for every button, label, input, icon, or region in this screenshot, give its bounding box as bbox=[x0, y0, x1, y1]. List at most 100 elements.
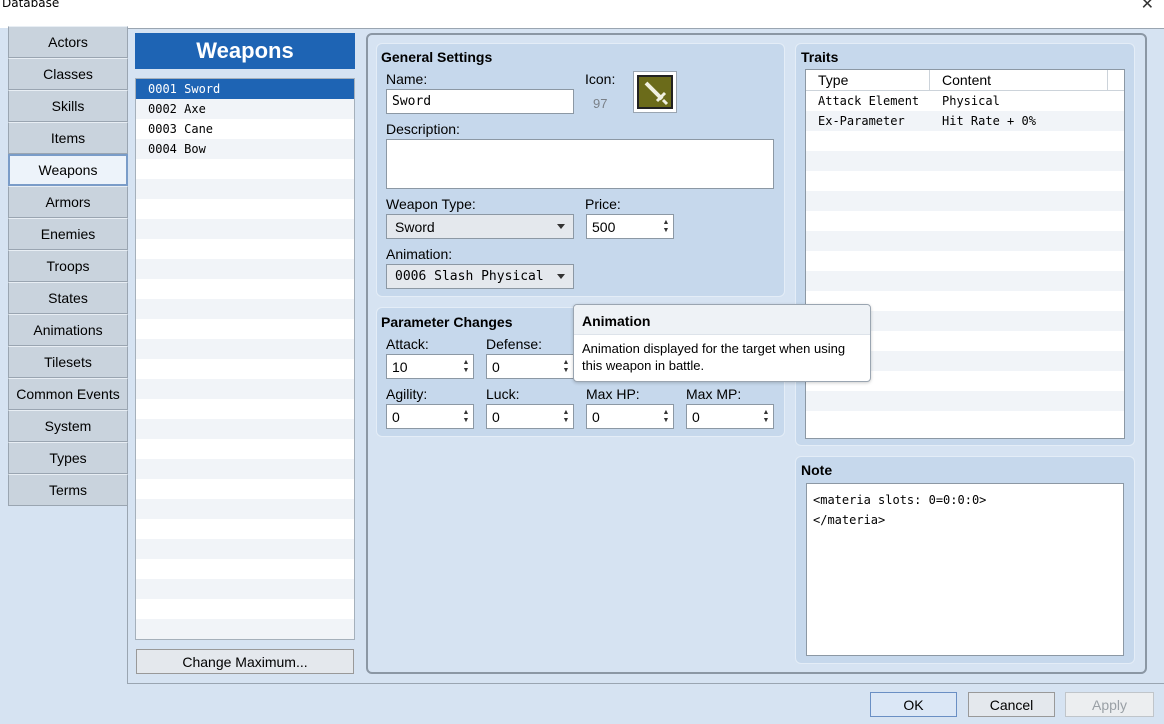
animation-tooltip: Animation Animation displayed for the ta… bbox=[573, 304, 871, 382]
tab-common-events[interactable]: Common Events bbox=[8, 378, 128, 410]
list-item-empty[interactable] bbox=[136, 239, 354, 259]
spinner-arrows-icon[interactable]: ▲ ▼ bbox=[461, 355, 471, 378]
tab-types[interactable]: Types bbox=[8, 442, 128, 474]
icon-picker[interactable] bbox=[633, 71, 677, 113]
spinner-arrows-icon[interactable]: ▲ ▼ bbox=[561, 355, 571, 378]
list-item-empty[interactable] bbox=[136, 479, 354, 499]
list-item-empty[interactable] bbox=[136, 319, 354, 339]
table-row-empty[interactable] bbox=[806, 171, 1124, 191]
table-row-empty[interactable] bbox=[806, 231, 1124, 251]
category-tabs: Actors Classes Skills Items Weapons Armo… bbox=[8, 26, 128, 506]
trait-content: Physical bbox=[942, 94, 1000, 108]
list-item-empty[interactable] bbox=[136, 579, 354, 599]
list-item-empty[interactable] bbox=[136, 159, 354, 179]
list-item-empty[interactable] bbox=[136, 179, 354, 199]
apply-button[interactable]: Apply bbox=[1065, 692, 1154, 717]
defense-stepper[interactable]: 0 ▲ ▼ bbox=[486, 354, 574, 379]
agility-stepper[interactable]: 0 ▲ ▼ bbox=[386, 404, 474, 429]
list-item-empty[interactable] bbox=[136, 599, 354, 619]
weapon-type-select[interactable]: Sword bbox=[386, 214, 574, 239]
list-item-empty[interactable] bbox=[136, 339, 354, 359]
close-icon[interactable]: ✕ bbox=[1141, 0, 1154, 13]
table-row-empty[interactable] bbox=[806, 411, 1124, 431]
list-item[interactable]: 0003 Cane bbox=[136, 119, 354, 139]
list-item-empty[interactable] bbox=[136, 519, 354, 539]
list-item-empty[interactable] bbox=[136, 299, 354, 319]
list-item-empty[interactable] bbox=[136, 359, 354, 379]
list-item[interactable]: 0001 Sword bbox=[136, 79, 354, 99]
description-input[interactable] bbox=[386, 139, 774, 189]
list-item-empty[interactable] bbox=[136, 259, 354, 279]
tab-skills[interactable]: Skills bbox=[8, 90, 128, 122]
max-hp-label: Max HP: bbox=[586, 386, 640, 402]
tooltip-body: Animation displayed for the target when … bbox=[582, 341, 846, 373]
animation-value: 0006 Slash Physical bbox=[395, 269, 544, 284]
icon-label: Icon: bbox=[585, 71, 616, 87]
table-row-empty[interactable] bbox=[806, 211, 1124, 231]
list-item-empty[interactable] bbox=[136, 459, 354, 479]
list-item-empty[interactable] bbox=[136, 539, 354, 559]
table-row[interactable]: Attack Element Physical bbox=[806, 91, 1124, 111]
tab-weapons[interactable]: Weapons bbox=[8, 154, 128, 186]
luck-stepper[interactable]: 0 ▲ ▼ bbox=[486, 404, 574, 429]
tab-animations[interactable]: Animations bbox=[8, 314, 128, 346]
attack-stepper[interactable]: 10 ▲ ▼ bbox=[386, 354, 474, 379]
table-row-empty[interactable] bbox=[806, 391, 1124, 411]
tab-enemies[interactable]: Enemies bbox=[8, 218, 128, 250]
tab-terms[interactable]: Terms bbox=[8, 474, 128, 506]
animation-select[interactable]: 0006 Slash Physical bbox=[386, 264, 574, 289]
traits-table[interactable]: Type Content Attack Element Physical Ex-… bbox=[805, 69, 1125, 439]
trait-type: Attack Element bbox=[818, 94, 920, 108]
list-item-empty[interactable] bbox=[136, 379, 354, 399]
name-input[interactable]: Sword bbox=[386, 89, 574, 114]
trait-type: Ex-Parameter bbox=[818, 114, 905, 128]
ok-button[interactable]: OK bbox=[870, 692, 957, 717]
list-item-empty[interactable] bbox=[136, 499, 354, 519]
animation-label: Animation: bbox=[386, 246, 453, 262]
table-row-empty[interactable] bbox=[806, 151, 1124, 171]
traits-col-type[interactable]: Type bbox=[806, 70, 930, 90]
tab-actors[interactable]: Actors bbox=[8, 26, 128, 58]
list-item-empty[interactable] bbox=[136, 619, 354, 639]
table-row-empty[interactable] bbox=[806, 271, 1124, 291]
price-value: 500 bbox=[592, 218, 616, 235]
list-item-empty[interactable] bbox=[136, 559, 354, 579]
list-item-empty[interactable] bbox=[136, 199, 354, 219]
traits-header: Type Content bbox=[806, 70, 1124, 91]
list-item-empty[interactable] bbox=[136, 439, 354, 459]
table-row-empty[interactable] bbox=[806, 191, 1124, 211]
tab-troops[interactable]: Troops bbox=[8, 250, 128, 282]
tab-classes[interactable]: Classes bbox=[8, 58, 128, 90]
tab-states[interactable]: States bbox=[8, 282, 128, 314]
spinner-arrows-icon[interactable]: ▲ ▼ bbox=[561, 405, 571, 428]
list-item-empty[interactable] bbox=[136, 219, 354, 239]
change-maximum-button[interactable]: Change Maximum... bbox=[136, 649, 354, 674]
list-header: Weapons bbox=[135, 33, 355, 69]
table-row-empty[interactable] bbox=[806, 131, 1124, 151]
traits-col-content[interactable]: Content bbox=[930, 70, 1108, 90]
list-item[interactable]: 0004 Bow bbox=[136, 139, 354, 159]
max-hp-stepper[interactable]: 0 ▲ ▼ bbox=[586, 404, 674, 429]
tab-items[interactable]: Items bbox=[8, 122, 128, 154]
cancel-button[interactable]: Cancel bbox=[968, 692, 1055, 717]
table-row-empty[interactable] bbox=[806, 251, 1124, 271]
spinner-arrows-icon[interactable]: ▲ ▼ bbox=[761, 405, 771, 428]
weapon-list[interactable]: 0001 Sword 0002 Axe 0003 Cane 0004 Bow bbox=[135, 78, 355, 640]
list-item[interactable]: 0002 Axe bbox=[136, 99, 354, 119]
list-item-empty[interactable] bbox=[136, 419, 354, 439]
list-item-empty[interactable] bbox=[136, 279, 354, 299]
tooltip-title: Animation bbox=[574, 305, 870, 335]
spinner-arrows-icon[interactable]: ▲ ▼ bbox=[461, 405, 471, 428]
tab-armors[interactable]: Armors bbox=[8, 186, 128, 218]
title-bar: Database ✕ bbox=[0, 0, 1164, 28]
tab-tilesets[interactable]: Tilesets bbox=[8, 346, 128, 378]
tab-system[interactable]: System bbox=[8, 410, 128, 442]
spinner-arrows-icon[interactable]: ▲ ▼ bbox=[661, 215, 671, 238]
spinner-arrows-icon[interactable]: ▲ ▼ bbox=[661, 405, 671, 428]
max-mp-stepper[interactable]: 0 ▲ ▼ bbox=[686, 404, 774, 429]
table-row[interactable]: Ex-Parameter Hit Rate + 0% bbox=[806, 111, 1124, 131]
trait-content: Hit Rate + 0% bbox=[942, 114, 1036, 128]
list-item-empty[interactable] bbox=[136, 399, 354, 419]
price-stepper[interactable]: 500 ▲ ▼ bbox=[586, 214, 674, 239]
note-textarea[interactable]: <materia slots: 0=0:0:0> </materia> bbox=[806, 483, 1124, 656]
